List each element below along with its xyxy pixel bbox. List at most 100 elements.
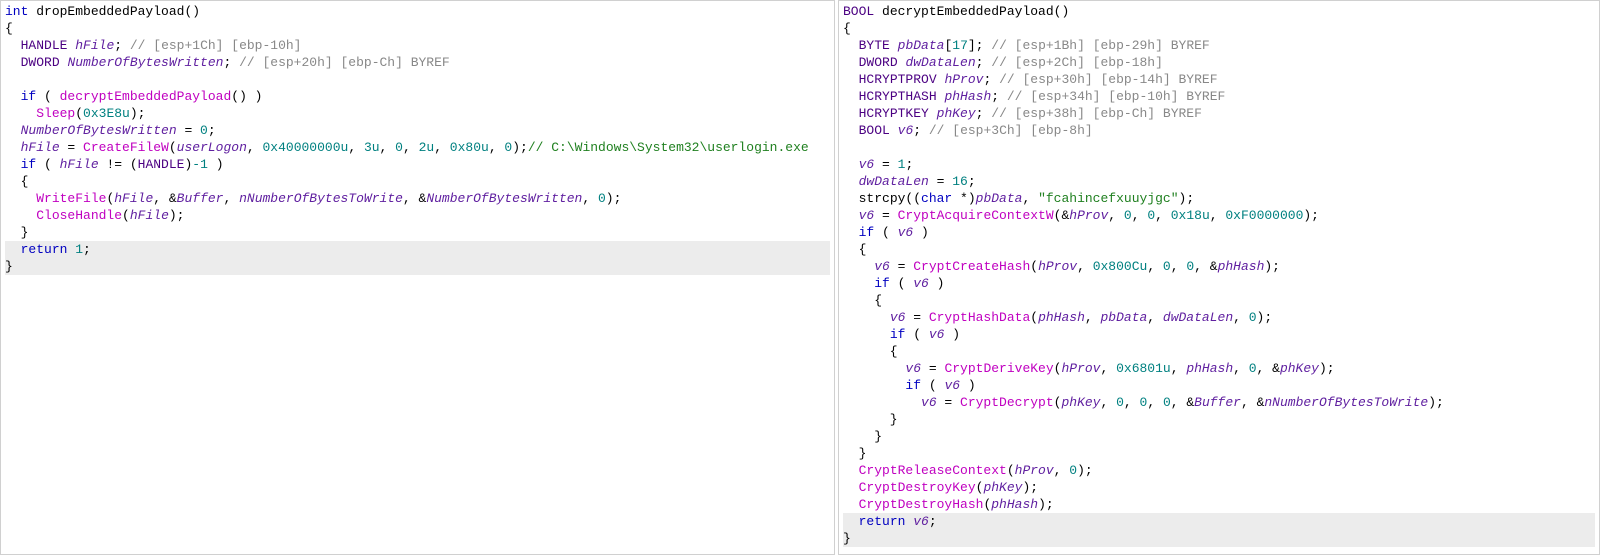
num: 0x40000000u	[263, 140, 349, 155]
num: 0	[504, 140, 512, 155]
var: v6	[874, 259, 890, 274]
highlighted-line: }	[5, 258, 830, 275]
num: 3u	[364, 140, 380, 155]
type: BYTE	[859, 38, 890, 53]
var-hfile: hFile	[21, 140, 60, 155]
num: 0	[1147, 208, 1155, 223]
call-sleep: Sleep	[36, 106, 75, 121]
call: CryptCreateHash	[913, 259, 1030, 274]
if-keyword: if	[859, 225, 875, 240]
var: Buffer	[1194, 395, 1241, 410]
var: nNumberOfBytesToWrite	[239, 191, 403, 206]
var: v6	[905, 361, 921, 376]
call: CryptReleaseContext	[859, 463, 1007, 478]
comment: // [esp+3Ch] [ebp-8h]	[929, 123, 1093, 138]
comment-path: // C:\Windows\System32\userlogin.exe	[528, 140, 809, 155]
var: v6	[859, 157, 875, 172]
var: NumberOfBytesWritten	[426, 191, 582, 206]
var: hProv	[944, 72, 983, 87]
highlighted-line: }	[843, 530, 1595, 547]
comment: // [esp+34h] [ebp-10h] BYREF	[1007, 89, 1225, 104]
num: 0	[1069, 463, 1077, 478]
var: dwDataLen	[1163, 310, 1233, 325]
var: pbData	[976, 191, 1023, 206]
var: phHash	[944, 89, 991, 104]
var: phHash	[1038, 310, 1085, 325]
var: dwDataLen	[859, 174, 929, 189]
highlighted-line: return v6;	[843, 513, 1595, 530]
var: hProv	[1061, 361, 1100, 376]
right-code-pane: BOOL decryptEmbeddedPayload() { BYTE pbD…	[838, 0, 1600, 555]
type-handle: HANDLE	[21, 38, 68, 53]
num: 0	[1163, 395, 1171, 410]
return-type: BOOL	[843, 4, 874, 19]
call: CryptDestroyKey	[859, 480, 976, 495]
comment: // [esp+38h] [ebp-Ch] BYREF	[991, 106, 1202, 121]
call-createfile: CreateFileW	[83, 140, 169, 155]
var: pbData	[898, 38, 945, 53]
if-keyword: if	[874, 276, 890, 291]
var: phHash	[1186, 361, 1233, 376]
call-strcpy: strcpy	[859, 191, 906, 206]
var-hfile: hFile	[75, 38, 114, 53]
var: phHash	[1218, 259, 1265, 274]
num: 0	[1124, 208, 1132, 223]
var: userLogon	[177, 140, 247, 155]
var-nbw: NumberOfBytesWritten	[67, 55, 223, 70]
var: v6	[921, 395, 937, 410]
num: 0	[1140, 395, 1148, 410]
call: CryptHashData	[929, 310, 1030, 325]
call-closehandle: CloseHandle	[36, 208, 122, 223]
var: phHash	[991, 497, 1038, 512]
var: v6	[859, 208, 875, 223]
highlighted-line: return 1;	[5, 241, 830, 258]
type: HCRYPTHASH	[859, 89, 937, 104]
if-keyword: if	[905, 378, 921, 393]
comment: // [esp+1Bh] [ebp-29h] BYREF	[991, 38, 1209, 53]
num: 0	[1163, 259, 1171, 274]
string-literal: "fcahincefxuuyjgc"	[1038, 191, 1178, 206]
comment: // [esp+30h] [ebp-14h] BYREF	[999, 72, 1217, 87]
call: CryptDestroyHash	[859, 497, 984, 512]
var: v6	[944, 378, 960, 393]
num: 0x18u	[1171, 208, 1210, 223]
var: v6	[913, 276, 929, 291]
if-keyword: if	[21, 89, 37, 104]
var-hfile: hFile	[60, 157, 99, 172]
var: hProv	[1069, 208, 1108, 223]
function-name: dropEmbeddedPayload	[36, 4, 184, 19]
num: 17	[952, 38, 968, 53]
type: BOOL	[859, 123, 890, 138]
num: 1	[75, 242, 83, 257]
num: 0	[200, 123, 208, 138]
var: hProv	[1015, 463, 1054, 478]
type: HCRYPTKEY	[859, 106, 929, 121]
var: pbData	[1100, 310, 1147, 325]
num: 0	[1116, 395, 1124, 410]
var-nbw: NumberOfBytesWritten	[21, 123, 177, 138]
var: v6	[898, 123, 914, 138]
var: v6	[898, 225, 914, 240]
call: CryptAcquireContextW	[898, 208, 1054, 223]
return-keyword: return	[859, 514, 906, 529]
if-keyword: if	[890, 327, 906, 342]
cast: char	[921, 191, 952, 206]
var: v6	[929, 327, 945, 342]
if-keyword: if	[21, 157, 37, 172]
num: 0	[598, 191, 606, 206]
return-type: int	[5, 4, 28, 19]
var: nNumberOfBytesToWrite	[1264, 395, 1428, 410]
var: v6	[913, 514, 929, 529]
num: 16	[952, 174, 968, 189]
num: 0x6801u	[1116, 361, 1171, 376]
num: 0	[1186, 259, 1194, 274]
function-name: decryptEmbeddedPayload	[882, 4, 1054, 19]
num: 0	[1249, 361, 1257, 376]
call: CryptDeriveKey	[944, 361, 1053, 376]
num: 0x80u	[450, 140, 489, 155]
num: -1	[192, 157, 208, 172]
var: phKey	[937, 106, 976, 121]
num: 0	[1249, 310, 1257, 325]
type: DWORD	[859, 55, 898, 70]
return-keyword: return	[21, 242, 68, 257]
